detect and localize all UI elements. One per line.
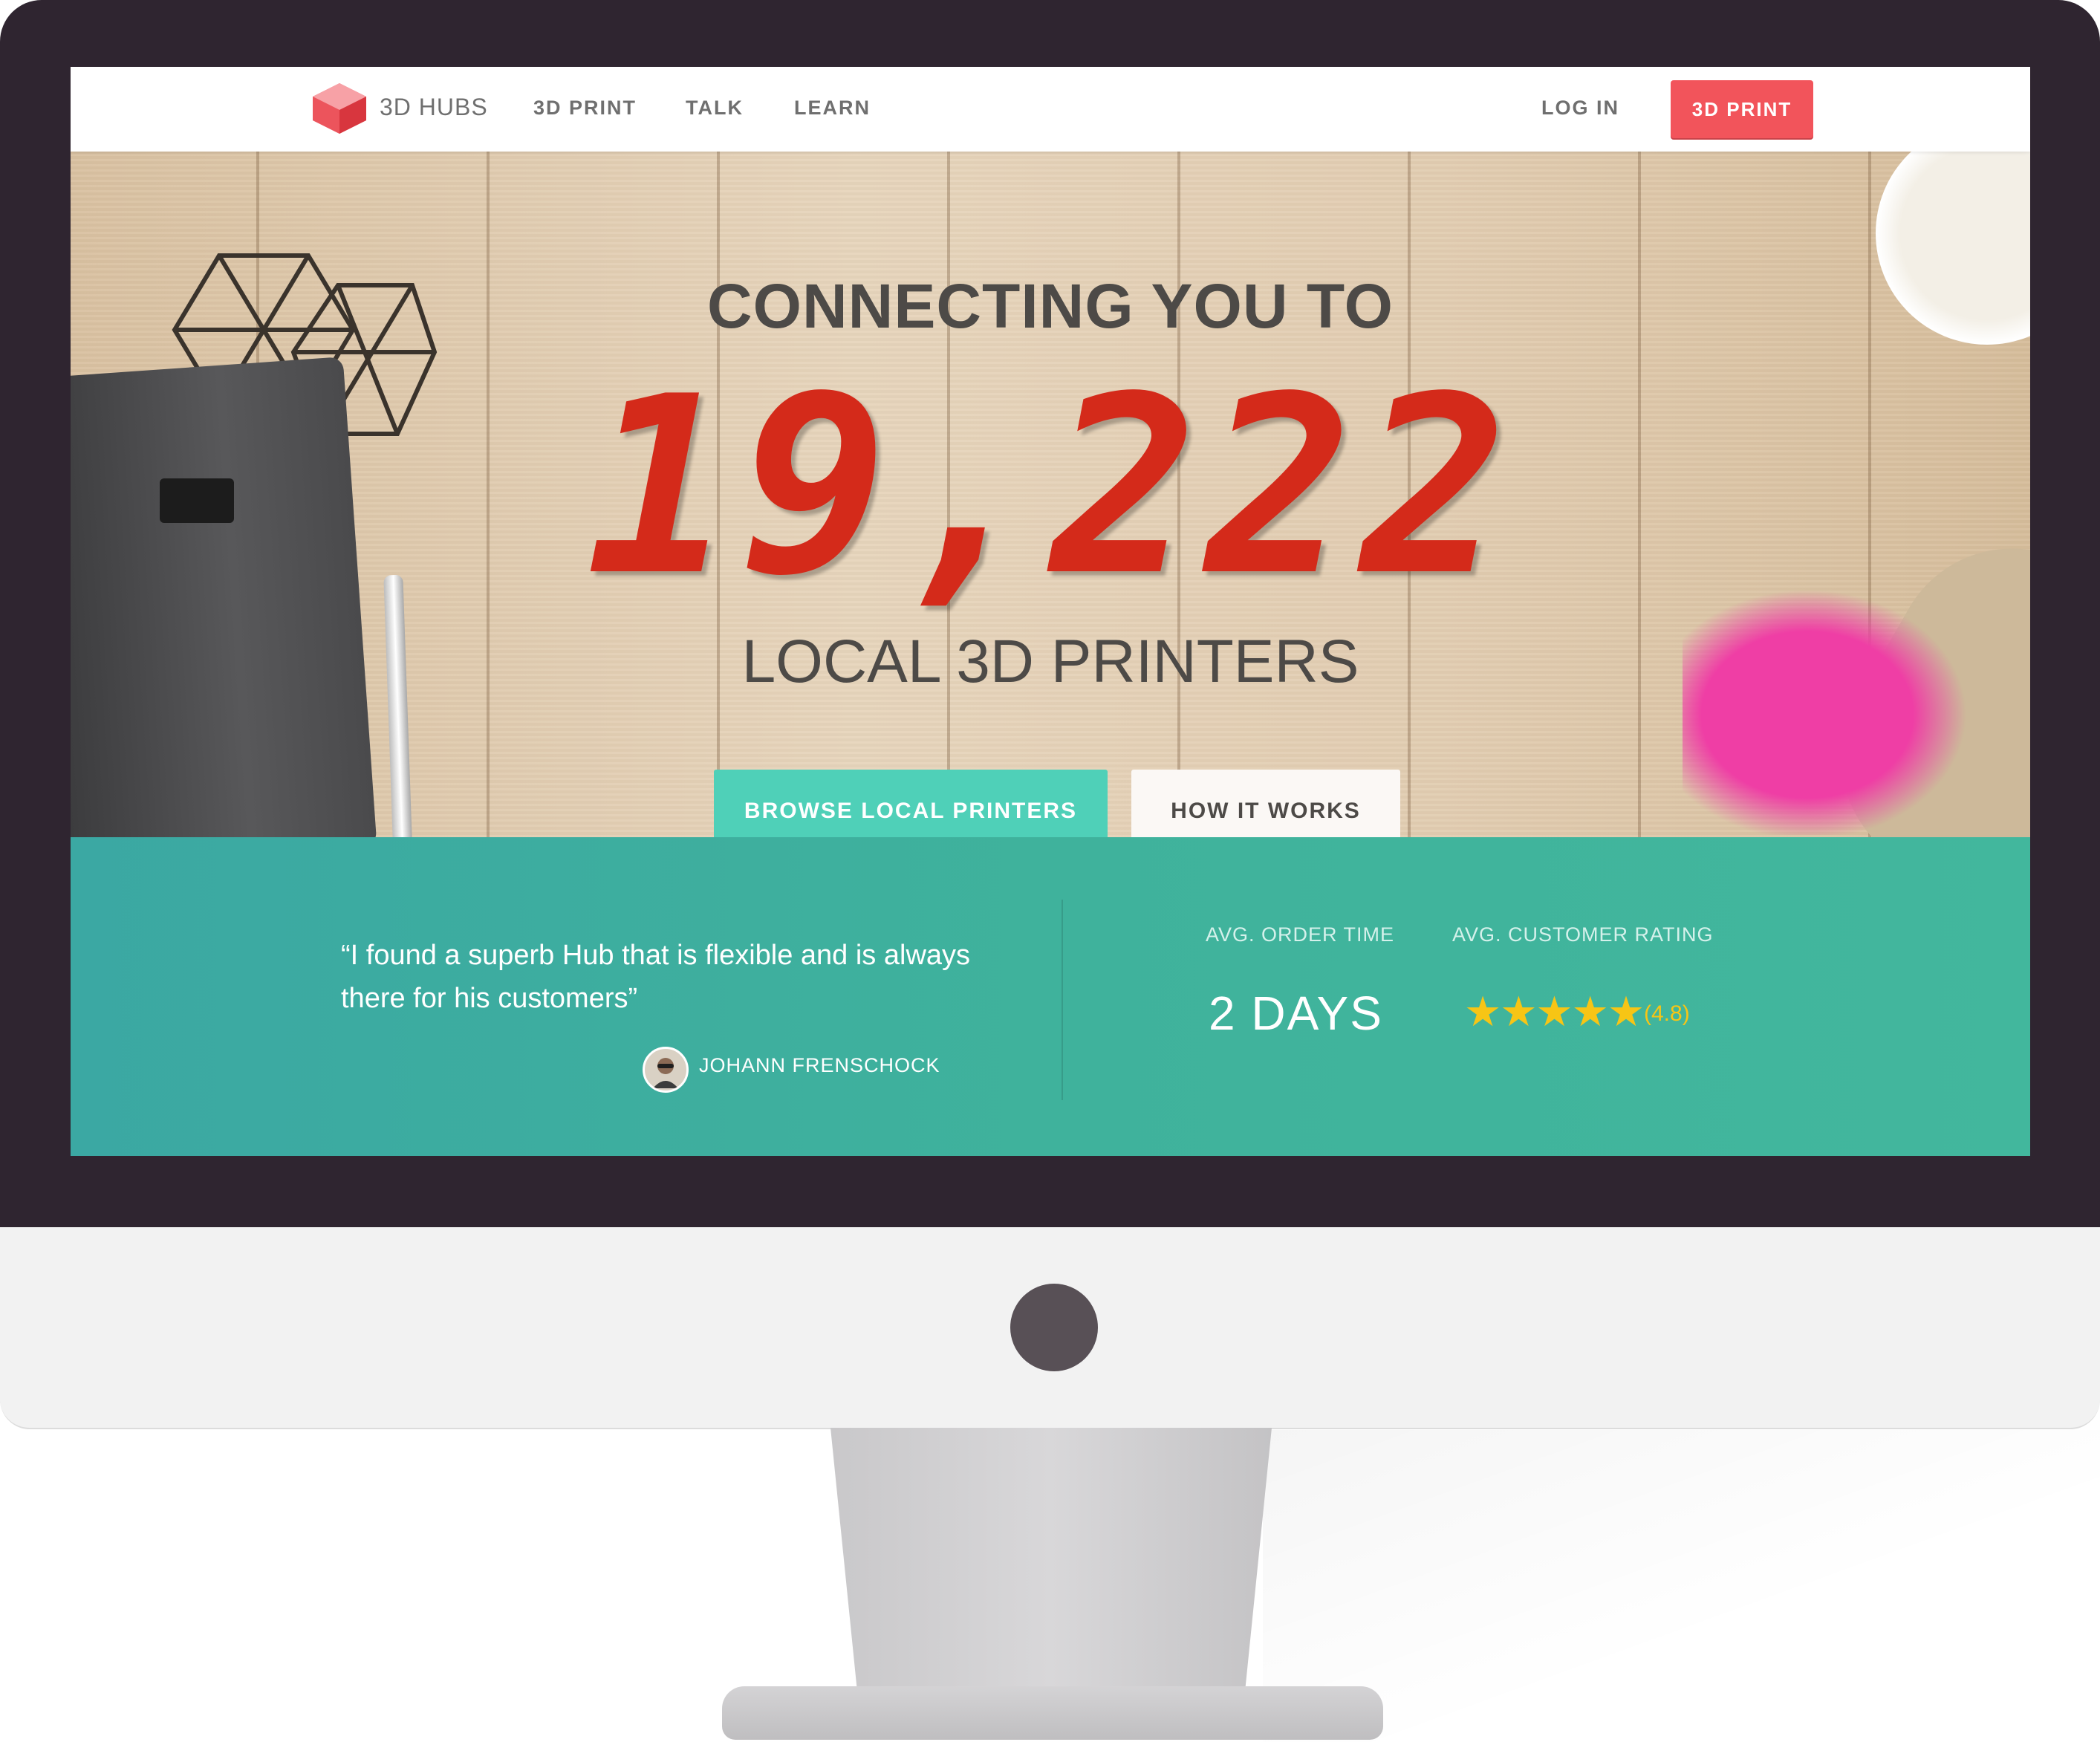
hero-subheading: LOCAL 3D PRINTERS: [741, 628, 1359, 695]
pen-decoration: [383, 574, 416, 837]
testimonial-quote: “I found a superb Hub that is flexible a…: [341, 940, 971, 1014]
login-link[interactable]: LOG IN: [1541, 97, 1619, 120]
how-it-works-button[interactable]: HOW IT WORKS: [1131, 770, 1400, 837]
avatar-portrait-icon: [653, 1058, 678, 1088]
hero-heading: CONNECTING YOU TO: [707, 271, 1394, 341]
order-time-label: AVG. ORDER TIME: [1206, 923, 1395, 946]
rating-label: AVG. CUSTOMER RATING: [1452, 923, 1714, 946]
order-time-value: 2 DAYS: [1209, 987, 1383, 1040]
screen: 3D HUBS 3D PRINT TALK LEARN LOG IN 3D PR…: [71, 67, 2030, 1156]
testimonial-author: JOHANN FRENSCHOCK: [699, 1054, 940, 1076]
avatar: [643, 1047, 689, 1093]
nav-3d-print-button[interactable]: 3D PRINT: [1671, 80, 1813, 138]
monitor-stand: [830, 1428, 1272, 1689]
testimonial-band: “I found a superb Hub that is flexible a…: [71, 837, 2030, 1156]
rating-value: (4.8): [1644, 1001, 1690, 1026]
monitor-stand-base: [722, 1686, 1383, 1740]
browse-local-printers-button[interactable]: BROWSE LOCAL PRINTERS: [714, 770, 1108, 837]
star-rating-icon: ★★★★★: [1464, 988, 1645, 1035]
nav-item-learn[interactable]: LEARN: [794, 97, 871, 120]
nav-item-talk[interactable]: TALK: [686, 97, 744, 120]
nav-item-3d-print[interactable]: 3D PRINT: [533, 97, 637, 120]
hero-section: CONNECTING YOU TO 19,222 LOCAL 3D PRINTE…: [71, 152, 2030, 837]
hub-cube-icon[interactable]: [310, 82, 369, 135]
brand-name[interactable]: 3D HUBS: [380, 94, 488, 121]
stats-divider: [1062, 900, 1063, 1100]
top-navbar: 3D HUBS 3D PRINT TALK LEARN LOG IN 3D PR…: [71, 67, 2030, 152]
stand-shadow: [1263, 1430, 2100, 1742]
monitor-logo-dot: [1010, 1284, 1098, 1371]
printer-counter: 19,222: [585, 344, 1516, 629]
